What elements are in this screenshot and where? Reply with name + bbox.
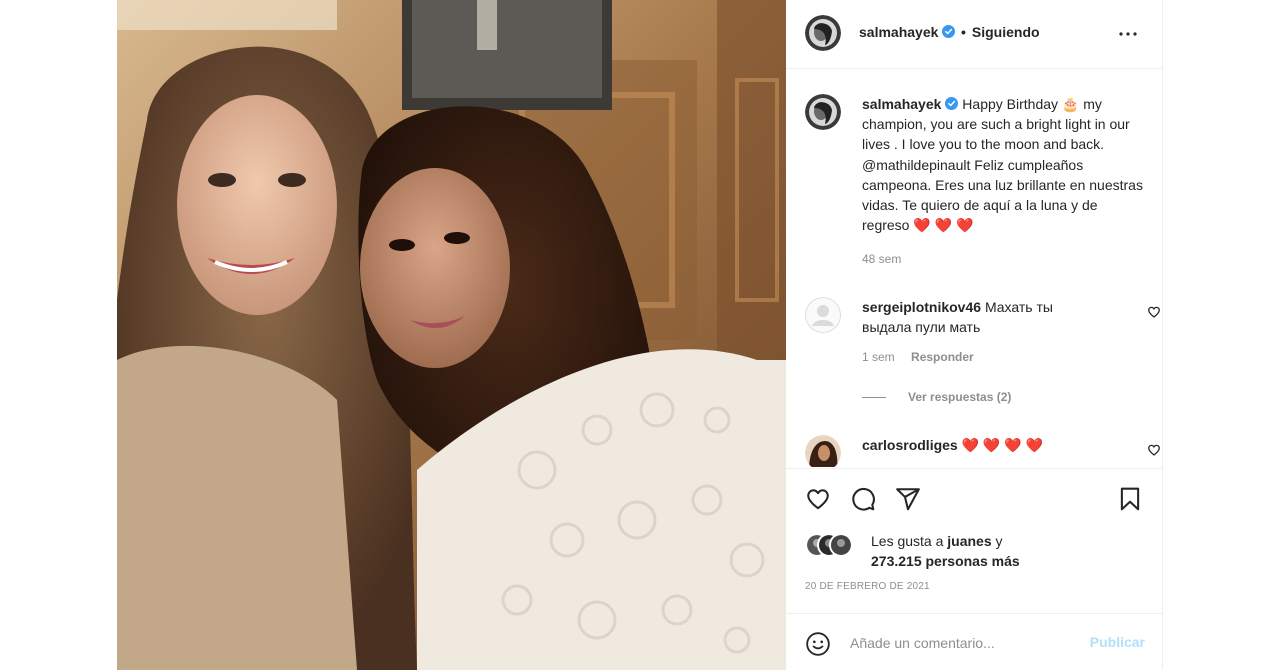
author-username[interactable]: salmahayek bbox=[859, 24, 956, 40]
likes-prefix: Les gusta a bbox=[871, 533, 944, 549]
comment-text: sergeiplotnikov46 Махать ты выдала пули … bbox=[862, 297, 1102, 337]
caption-timestamp[interactable]: 48 sem bbox=[862, 252, 901, 266]
view-replies-button[interactable]: Ver respuestas (2) bbox=[862, 390, 1011, 404]
comment-username[interactable]: sergeiplotnikov46 bbox=[862, 299, 981, 315]
caption-username[interactable]: salmahayek bbox=[862, 96, 959, 112]
comment-bubble-icon[interactable] bbox=[850, 486, 876, 512]
comment-meta: 1 sem Responder bbox=[862, 350, 987, 364]
publish-button[interactable]: Publicar bbox=[1090, 634, 1145, 650]
share-paper-plane-icon[interactable] bbox=[895, 486, 921, 512]
author-avatar[interactable] bbox=[805, 15, 841, 51]
caption-hearts: ❤️ ❤️ ❤️ bbox=[913, 217, 974, 234]
replies-divider-line bbox=[862, 397, 886, 399]
comment-timestamp[interactable]: 1 sem bbox=[862, 350, 895, 364]
like-comment-heart-icon[interactable] bbox=[1147, 443, 1161, 457]
post-details-panel: salmahayek • Siguiendo salmahayek Happy B… bbox=[786, 0, 1163, 670]
separator-dot: • bbox=[961, 24, 966, 40]
comments-scroll-area[interactable]: salmahayek Happy Birthday 🎂 my champion,… bbox=[786, 69, 1162, 467]
liked-by-username[interactable]: juanes bbox=[947, 533, 991, 549]
follow-status-button[interactable]: • Siguiendo bbox=[961, 24, 1040, 40]
likes-count[interactable]: 273.215 personas más bbox=[871, 553, 1020, 569]
like-comment-heart-icon[interactable] bbox=[1147, 305, 1161, 319]
caption-body: Happy Birthday 🎂 my champion, you are su… bbox=[862, 96, 1143, 234]
commenter-avatar[interactable] bbox=[805, 435, 841, 467]
save-bookmark-icon[interactable] bbox=[1117, 486, 1143, 512]
post-header: salmahayek • Siguiendo bbox=[786, 0, 1162, 69]
emoji-smiley-icon[interactable] bbox=[805, 631, 831, 657]
likes-suffix: y bbox=[995, 533, 1003, 549]
like-heart-icon[interactable] bbox=[805, 486, 831, 512]
comment-username[interactable]: carlosrodliges bbox=[862, 437, 958, 453]
comment-body: ❤️ ❤️ ❤️ ❤️ bbox=[961, 437, 1043, 453]
comment-text: carlosrodliges ❤️ ❤️ ❤️ ❤️ bbox=[862, 435, 1102, 455]
caption-text: salmahayek Happy Birthday 🎂 my champion,… bbox=[862, 94, 1144, 235]
likes-text[interactable]: Les gusta a juanes y 273.215 personas má… bbox=[871, 531, 1131, 571]
caption-author-avatar[interactable] bbox=[805, 94, 841, 130]
post-photo-image bbox=[117, 0, 786, 670]
more-options-icon[interactable] bbox=[1116, 22, 1140, 46]
follow-status-label: Siguiendo bbox=[971, 24, 1040, 40]
add-comment-bar: Publicar bbox=[786, 613, 1162, 671]
view-replies-label: Ver respuestas (2) bbox=[908, 390, 1012, 404]
liker-avatar bbox=[829, 533, 853, 557]
post-photo[interactable] bbox=[117, 0, 786, 670]
reply-button[interactable]: Responder bbox=[911, 350, 974, 364]
post-actions: Les gusta a juanes y 273.215 personas má… bbox=[786, 468, 1162, 613]
commenter-avatar[interactable] bbox=[805, 297, 841, 333]
likers-avatars[interactable] bbox=[805, 533, 865, 557]
post-date[interactable]: 20 DE FEBRERO DE 2021 bbox=[805, 581, 930, 592]
verified-badge-icon bbox=[945, 97, 959, 110]
verified-badge-icon bbox=[942, 25, 956, 38]
comment-input[interactable] bbox=[850, 632, 1070, 654]
